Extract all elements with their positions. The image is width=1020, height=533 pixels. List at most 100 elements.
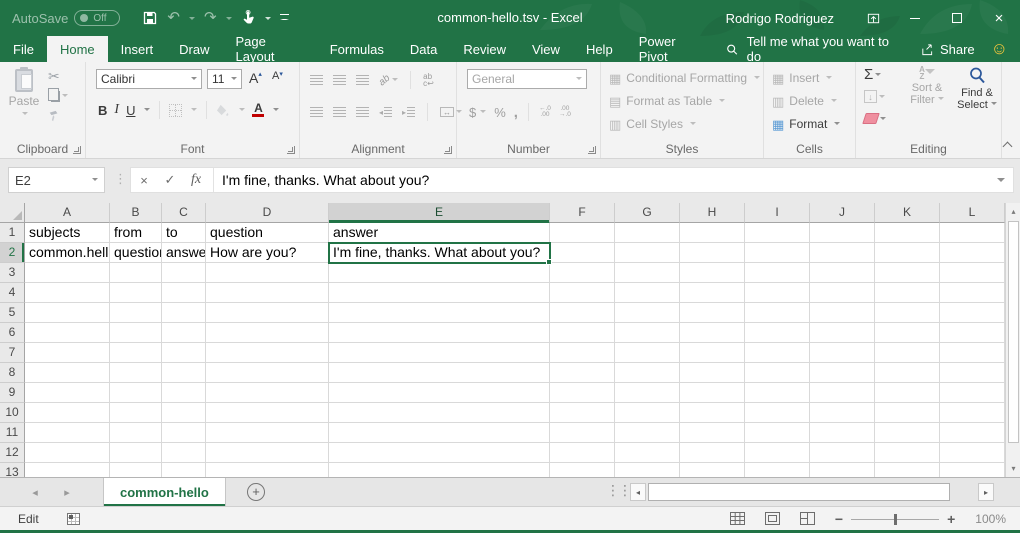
cell-I3[interactable] xyxy=(745,263,810,283)
cell-I13[interactable] xyxy=(745,463,810,477)
cell-H13[interactable] xyxy=(680,463,745,477)
autosave-control[interactable]: AutoSave Off xyxy=(12,10,120,26)
cell-H11[interactable] xyxy=(680,423,745,443)
cell-C4[interactable] xyxy=(162,283,206,303)
cell-D2[interactable]: How are you? xyxy=(206,243,329,263)
insert-function-icon[interactable]: fx xyxy=(183,172,209,188)
horizontal-scroll-thumb[interactable] xyxy=(648,483,950,501)
cell-I12[interactable] xyxy=(745,443,810,463)
vertical-scrollbar[interactable]: ▴ ▾ xyxy=(1005,203,1020,477)
cell-D3[interactable] xyxy=(206,263,329,283)
cell-H4[interactable] xyxy=(680,283,745,303)
insert-cells-button[interactable]: ▦ Insert xyxy=(772,69,832,87)
alignment-dialog-launcher-icon[interactable] xyxy=(444,146,452,154)
cell-G6[interactable] xyxy=(615,323,680,343)
tab-formulas[interactable]: Formulas xyxy=(317,36,397,62)
cell-D6[interactable] xyxy=(206,323,329,343)
font-color-icon[interactable]: A xyxy=(252,103,264,117)
maximize-button[interactable] xyxy=(936,0,978,36)
cell-D12[interactable] xyxy=(206,443,329,463)
copy-button[interactable] xyxy=(48,88,68,104)
cell-I2[interactable] xyxy=(745,243,810,263)
vertical-scroll-thumb[interactable] xyxy=(1008,221,1019,443)
cell-H1[interactable] xyxy=(680,223,745,243)
cell-G12[interactable] xyxy=(615,443,680,463)
cell-A11[interactable] xyxy=(25,423,110,443)
cell-L13[interactable] xyxy=(940,463,1005,477)
number-dialog-launcher-icon[interactable] xyxy=(588,146,596,154)
zoom-slider-handle[interactable] xyxy=(894,514,897,525)
italic-button[interactable]: I xyxy=(114,102,119,118)
cell-A5[interactable] xyxy=(25,303,110,323)
cell-E7[interactable] xyxy=(329,343,550,363)
increase-decimal-icon[interactable]: ←.0.00 xyxy=(539,106,551,119)
cell-D9[interactable] xyxy=(206,383,329,403)
cell-H9[interactable] xyxy=(680,383,745,403)
h-scroll-left-icon[interactable]: ◂ xyxy=(630,483,646,501)
tab-review[interactable]: Review xyxy=(450,36,519,62)
cell-B13[interactable] xyxy=(110,463,162,477)
row-header-12[interactable]: 12 xyxy=(0,443,25,463)
cell-I6[interactable] xyxy=(745,323,810,343)
cell-J2[interactable] xyxy=(810,243,875,263)
formula-bar-expand-icon[interactable] xyxy=(997,178,1005,186)
share-button[interactable]: Share xyxy=(906,36,989,62)
sheet-nav-left-icon[interactable]: ◂ xyxy=(22,478,48,506)
formula-input[interactable]: I'm fine, thanks. What about you? xyxy=(218,172,997,188)
cell-J1[interactable] xyxy=(810,223,875,243)
cancel-icon[interactable]: × xyxy=(131,173,157,188)
cell-B7[interactable] xyxy=(110,343,162,363)
cell-L5[interactable] xyxy=(940,303,1005,323)
cell-styles-button[interactable]: ▥ Cell Styles xyxy=(609,115,696,133)
cell-L6[interactable] xyxy=(940,323,1005,343)
row-header-3[interactable]: 3 xyxy=(0,263,25,283)
tab-draw[interactable]: Draw xyxy=(166,36,222,62)
cell-B12[interactable] xyxy=(110,443,162,463)
cell-E11[interactable] xyxy=(329,423,550,443)
font-size-combo[interactable]: 11 xyxy=(207,69,242,89)
redo-dropdown-icon[interactable] xyxy=(226,17,232,23)
decrease-decimal-icon[interactable]: .00→.0 xyxy=(559,106,571,119)
fill-color-icon[interactable] xyxy=(216,104,230,117)
font-name-combo[interactable]: Calibri xyxy=(96,69,202,89)
number-format-combo[interactable]: General xyxy=(467,69,587,89)
cell-F7[interactable] xyxy=(550,343,615,363)
zoom-out-icon[interactable]: − xyxy=(835,511,843,527)
column-header-C[interactable]: C xyxy=(162,203,206,223)
cell-F3[interactable] xyxy=(550,263,615,283)
font-dialog-launcher-icon[interactable] xyxy=(287,146,295,154)
row-header-9[interactable]: 9 xyxy=(0,383,25,403)
cell-I10[interactable] xyxy=(745,403,810,423)
sheet-tab-common-hello[interactable]: common-hello xyxy=(103,478,226,506)
cell-J11[interactable] xyxy=(810,423,875,443)
cell-H5[interactable] xyxy=(680,303,745,323)
cell-C5[interactable] xyxy=(162,303,206,323)
cell-L12[interactable] xyxy=(940,443,1005,463)
increase-font-size-button[interactable]: A▴ xyxy=(249,70,262,86)
ribbon-display-options-icon[interactable] xyxy=(852,0,894,36)
cell-C6[interactable] xyxy=(162,323,206,343)
tab-file[interactable]: File xyxy=(0,36,47,62)
cell-I1[interactable] xyxy=(745,223,810,243)
cell-B5[interactable] xyxy=(110,303,162,323)
row-header-4[interactable]: 4 xyxy=(0,283,25,303)
cell-L1[interactable] xyxy=(940,223,1005,243)
row-header-10[interactable]: 10 xyxy=(0,403,25,423)
cell-C2[interactable]: answer xyxy=(162,243,206,263)
touch-mode-icon[interactable] xyxy=(241,10,256,26)
cell-F5[interactable] xyxy=(550,303,615,323)
scroll-down-icon[interactable]: ▾ xyxy=(1007,461,1020,476)
zoom-level[interactable]: 100% xyxy=(975,512,1006,526)
orientation-button[interactable]: ab xyxy=(379,75,398,86)
cell-A13[interactable] xyxy=(25,463,110,477)
format-cells-button[interactable]: ▦ Format xyxy=(772,115,840,133)
cell-A1[interactable]: subjects xyxy=(25,223,110,243)
enter-icon[interactable]: ✓ xyxy=(157,172,183,188)
cell-C7[interactable] xyxy=(162,343,206,363)
cell-C12[interactable] xyxy=(162,443,206,463)
format-as-table-button[interactable]: ▤ Format as Table xyxy=(609,92,725,110)
cell-G2[interactable] xyxy=(615,243,680,263)
cell-C13[interactable] xyxy=(162,463,206,477)
clear-button[interactable] xyxy=(864,110,886,127)
bold-button[interactable]: B xyxy=(98,103,107,118)
